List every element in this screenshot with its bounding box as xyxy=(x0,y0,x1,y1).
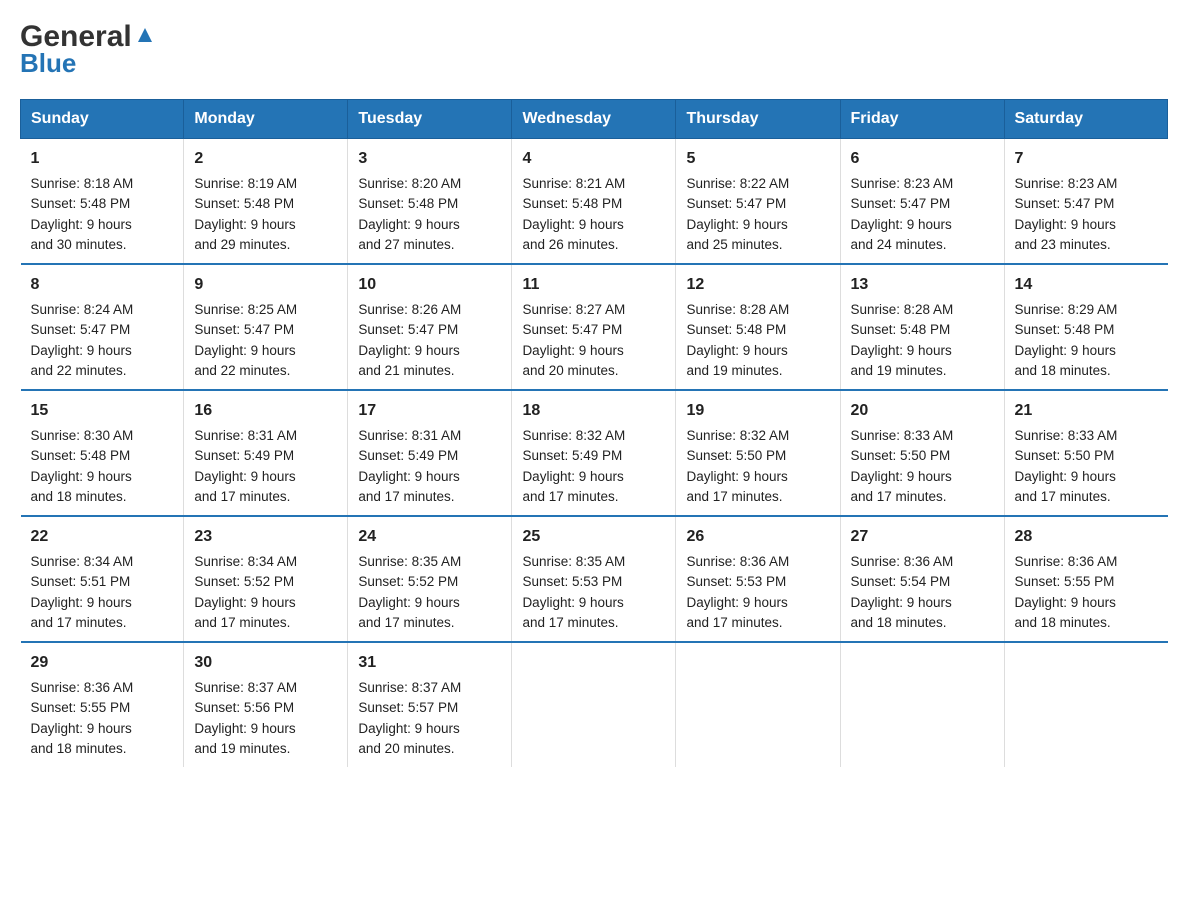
day-number: 29 xyxy=(31,651,174,675)
calendar-cell: 25Sunrise: 8:35 AMSunset: 5:53 PMDayligh… xyxy=(512,516,676,642)
page-header: General Blue xyxy=(20,20,1168,79)
header-sunday: Sunday xyxy=(21,100,184,139)
header-thursday: Thursday xyxy=(676,100,840,139)
calendar-cell: 16Sunrise: 8:31 AMSunset: 5:49 PMDayligh… xyxy=(184,390,348,516)
day-number: 11 xyxy=(522,273,665,297)
day-number: 13 xyxy=(851,273,994,297)
day-number: 9 xyxy=(194,273,337,297)
header-friday: Friday xyxy=(840,100,1004,139)
calendar-cell: 5Sunrise: 8:22 AMSunset: 5:47 PMDaylight… xyxy=(676,139,840,265)
day-number: 18 xyxy=(522,399,665,423)
calendar-cell: 30Sunrise: 8:37 AMSunset: 5:56 PMDayligh… xyxy=(184,642,348,767)
day-number: 24 xyxy=(358,525,501,549)
calendar-cell xyxy=(840,642,1004,767)
calendar-week-row: 8Sunrise: 8:24 AMSunset: 5:47 PMDaylight… xyxy=(21,264,1168,390)
calendar-week-row: 29Sunrise: 8:36 AMSunset: 5:55 PMDayligh… xyxy=(21,642,1168,767)
day-number: 8 xyxy=(31,273,174,297)
calendar-cell: 18Sunrise: 8:32 AMSunset: 5:49 PMDayligh… xyxy=(512,390,676,516)
day-number: 25 xyxy=(522,525,665,549)
day-number: 28 xyxy=(1015,525,1158,549)
calendar-cell: 3Sunrise: 8:20 AMSunset: 5:48 PMDaylight… xyxy=(348,139,512,265)
calendar-cell: 24Sunrise: 8:35 AMSunset: 5:52 PMDayligh… xyxy=(348,516,512,642)
day-number: 10 xyxy=(358,273,501,297)
logo-blue: Blue xyxy=(20,48,76,79)
day-number: 12 xyxy=(686,273,829,297)
calendar-cell: 19Sunrise: 8:32 AMSunset: 5:50 PMDayligh… xyxy=(676,390,840,516)
day-number: 4 xyxy=(522,147,665,171)
day-number: 31 xyxy=(358,651,501,675)
calendar-cell: 27Sunrise: 8:36 AMSunset: 5:54 PMDayligh… xyxy=(840,516,1004,642)
calendar-cell: 13Sunrise: 8:28 AMSunset: 5:48 PMDayligh… xyxy=(840,264,1004,390)
calendar-cell: 9Sunrise: 8:25 AMSunset: 5:47 PMDaylight… xyxy=(184,264,348,390)
day-number: 7 xyxy=(1015,147,1158,171)
day-number: 16 xyxy=(194,399,337,423)
day-number: 17 xyxy=(358,399,501,423)
calendar-cell: 29Sunrise: 8:36 AMSunset: 5:55 PMDayligh… xyxy=(21,642,184,767)
calendar-table: SundayMondayTuesdayWednesdayThursdayFrid… xyxy=(20,99,1168,767)
day-number: 30 xyxy=(194,651,337,675)
calendar-week-row: 15Sunrise: 8:30 AMSunset: 5:48 PMDayligh… xyxy=(21,390,1168,516)
header-wednesday: Wednesday xyxy=(512,100,676,139)
day-number: 6 xyxy=(851,147,994,171)
calendar-cell xyxy=(1004,642,1167,767)
logo-triangle-icon xyxy=(134,24,156,46)
calendar-cell: 8Sunrise: 8:24 AMSunset: 5:47 PMDaylight… xyxy=(21,264,184,390)
logo: General Blue xyxy=(20,20,156,79)
day-number: 19 xyxy=(686,399,829,423)
calendar-cell: 1Sunrise: 8:18 AMSunset: 5:48 PMDaylight… xyxy=(21,139,184,265)
calendar-cell: 2Sunrise: 8:19 AMSunset: 5:48 PMDaylight… xyxy=(184,139,348,265)
calendar-cell: 31Sunrise: 8:37 AMSunset: 5:57 PMDayligh… xyxy=(348,642,512,767)
calendar-week-row: 22Sunrise: 8:34 AMSunset: 5:51 PMDayligh… xyxy=(21,516,1168,642)
calendar-cell: 11Sunrise: 8:27 AMSunset: 5:47 PMDayligh… xyxy=(512,264,676,390)
day-number: 27 xyxy=(851,525,994,549)
calendar-cell: 7Sunrise: 8:23 AMSunset: 5:47 PMDaylight… xyxy=(1004,139,1167,265)
header-tuesday: Tuesday xyxy=(348,100,512,139)
day-number: 23 xyxy=(194,525,337,549)
day-number: 15 xyxy=(31,399,174,423)
day-number: 2 xyxy=(194,147,337,171)
calendar-cell: 12Sunrise: 8:28 AMSunset: 5:48 PMDayligh… xyxy=(676,264,840,390)
calendar-cell: 6Sunrise: 8:23 AMSunset: 5:47 PMDaylight… xyxy=(840,139,1004,265)
calendar-cell: 21Sunrise: 8:33 AMSunset: 5:50 PMDayligh… xyxy=(1004,390,1167,516)
day-number: 1 xyxy=(31,147,174,171)
calendar-cell: 26Sunrise: 8:36 AMSunset: 5:53 PMDayligh… xyxy=(676,516,840,642)
day-number: 3 xyxy=(358,147,501,171)
calendar-cell: 20Sunrise: 8:33 AMSunset: 5:50 PMDayligh… xyxy=(840,390,1004,516)
day-number: 14 xyxy=(1015,273,1158,297)
header-monday: Monday xyxy=(184,100,348,139)
calendar-cell: 15Sunrise: 8:30 AMSunset: 5:48 PMDayligh… xyxy=(21,390,184,516)
calendar-cell: 4Sunrise: 8:21 AMSunset: 5:48 PMDaylight… xyxy=(512,139,676,265)
calendar-week-row: 1Sunrise: 8:18 AMSunset: 5:48 PMDaylight… xyxy=(21,139,1168,265)
day-number: 26 xyxy=(686,525,829,549)
calendar-cell xyxy=(676,642,840,767)
calendar-cell: 10Sunrise: 8:26 AMSunset: 5:47 PMDayligh… xyxy=(348,264,512,390)
day-number: 21 xyxy=(1015,399,1158,423)
day-number: 22 xyxy=(31,525,174,549)
day-number: 20 xyxy=(851,399,994,423)
calendar-cell: 17Sunrise: 8:31 AMSunset: 5:49 PMDayligh… xyxy=(348,390,512,516)
calendar-cell: 28Sunrise: 8:36 AMSunset: 5:55 PMDayligh… xyxy=(1004,516,1167,642)
calendar-cell: 14Sunrise: 8:29 AMSunset: 5:48 PMDayligh… xyxy=(1004,264,1167,390)
calendar-cell: 23Sunrise: 8:34 AMSunset: 5:52 PMDayligh… xyxy=(184,516,348,642)
header-saturday: Saturday xyxy=(1004,100,1167,139)
calendar-cell: 22Sunrise: 8:34 AMSunset: 5:51 PMDayligh… xyxy=(21,516,184,642)
calendar-cell xyxy=(512,642,676,767)
day-number: 5 xyxy=(686,147,829,171)
calendar-header-row: SundayMondayTuesdayWednesdayThursdayFrid… xyxy=(21,100,1168,139)
